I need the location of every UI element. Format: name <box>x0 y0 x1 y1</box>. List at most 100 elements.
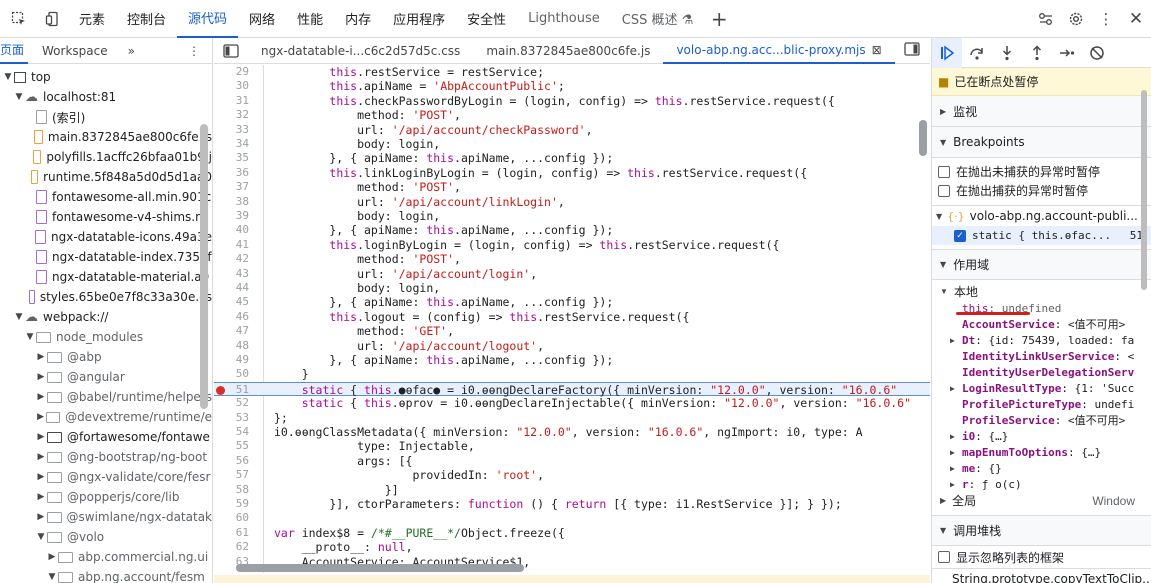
pause-uncaught-checkbox[interactable] <box>938 165 950 178</box>
line-number[interactable]: 40 <box>214 223 249 237</box>
line-number[interactable]: 31 <box>214 94 249 108</box>
navigator-menu-icon[interactable]: ⋮ <box>188 44 212 58</box>
code-line[interactable]: 49 }, { apiName: this.apiName, ...config… <box>214 353 930 367</box>
toggle-navigator-icon[interactable] <box>214 43 248 58</box>
tab-9[interactable]: CSS 概述 ⚗ <box>611 0 705 38</box>
code-line[interactable]: 44 body: login, <box>214 281 930 295</box>
tree-item[interactable]: main.8372845ae800c6fe.js <box>0 127 212 147</box>
line-number[interactable]: 30 <box>214 79 249 93</box>
code-line[interactable]: 29 this.restService = restService; <box>214 65 930 79</box>
scope-variable[interactable]: ▶ Dt: {id: 75439, loaded: fa <box>932 332 1151 348</box>
code-horizontal-scrollbar[interactable] <box>236 564 524 572</box>
line-number[interactable]: 45 <box>214 295 249 309</box>
pause-uncaught-row[interactable]: 在抛出未捕获的异常时暂停 <box>932 162 1151 181</box>
code-vertical-scrollbar[interactable] <box>919 120 927 156</box>
line-number[interactable]: 36 <box>214 166 249 180</box>
line-number[interactable]: 33 <box>214 123 249 137</box>
scope-global[interactable]: ▶ 全局 Window <box>932 492 1151 509</box>
tab-6[interactable]: 应用程序 <box>382 0 456 38</box>
code-line[interactable]: 61 var index$8 = /*#__PURE__*/Object.free… <box>214 526 930 540</box>
editor-tab[interactable]: volo-abp.ng.acc...blic-proxy.mjs ⊠ <box>663 38 895 64</box>
line-number[interactable]: 57 <box>214 468 249 482</box>
line-number[interactable]: 29 <box>214 65 249 79</box>
more-tabs-plus-icon[interactable]: + <box>704 0 734 38</box>
scope-variable[interactable]: ▶ mapEnumToOptions: {…} <box>932 444 1151 460</box>
code-line[interactable]: 57 providedIn: 'root', <box>214 468 930 482</box>
tree-item[interactable]: ▼ ☁ webpack:// <box>0 307 212 327</box>
line-number[interactable]: 44 <box>214 281 249 295</box>
code-line[interactable]: 58 }] <box>214 483 930 497</box>
tab-page[interactable]: 页面 <box>0 38 29 64</box>
line-number[interactable]: 34 <box>214 137 249 151</box>
code-line[interactable]: 37 method: 'POST', <box>214 180 930 194</box>
scope-variable[interactable]: ProfileService: <值不可用> <box>932 412 1151 428</box>
scope-variable[interactable]: ▶ LoginResultType: {1: 'Succ <box>932 380 1151 396</box>
code-line[interactable]: 60 <box>214 511 930 525</box>
line-number[interactable]: 48 <box>214 339 249 353</box>
line-number[interactable]: 59 <box>214 497 249 511</box>
tree-item[interactable]: polyfills.1acffc26bfaa01b9.j <box>0 147 212 167</box>
tree-item[interactable]: ▶ @ngx-validate/core/fesr <box>0 467 212 487</box>
resume-icon[interactable] <box>932 38 962 68</box>
tree-item[interactable]: ▼ ☁ localhost:81 <box>0 87 212 107</box>
pause-caught-row[interactable]: 在抛出捕获的异常时暂停 <box>932 181 1151 200</box>
inspect-element-icon[interactable] <box>0 0 38 38</box>
line-number[interactable]: 38 <box>214 195 249 209</box>
customize-icon[interactable] <box>1031 0 1061 38</box>
editor-tab[interactable]: ngx-datatable-i...c6c2d57d5c.css <box>248 38 473 64</box>
scope-variable[interactable]: ▶ me: {} <box>932 460 1151 476</box>
code-line[interactable]: 36 this.linkLoginByLogin = (login, confi… <box>214 166 930 180</box>
step-icon[interactable] <box>1052 45 1082 61</box>
line-number[interactable]: 49 <box>214 353 249 367</box>
tree-item[interactable]: ngx-datatable-icons.49a3e <box>0 227 212 247</box>
line-number[interactable]: 52 <box>214 396 249 410</box>
scope-local[interactable]: ▼ 本地 <box>932 283 1151 300</box>
device-toolbar-icon[interactable] <box>38 0 68 38</box>
line-number[interactable]: 43 <box>214 267 249 281</box>
code-line[interactable]: 56 args: [{ <box>214 454 930 468</box>
breakpoint-line[interactable]: 51 static { this.●ɵfac● = i0.ɵɵngDeclare… <box>214 381 930 397</box>
tree-item[interactable]: runtime.5f848a5d0d5d1aa0 <box>0 167 212 187</box>
pause-caught-checkbox[interactable] <box>938 184 950 197</box>
code-line[interactable]: 53}; <box>214 411 930 425</box>
line-number[interactable]: 58 <box>214 483 249 497</box>
step-over-icon[interactable] <box>962 45 992 61</box>
code-line[interactable]: 39 body: login, <box>214 209 930 223</box>
tree-item[interactable]: ▼ top <box>0 67 212 87</box>
code-line[interactable]: 46 this.logout = (config) => this.restSe… <box>214 310 930 324</box>
settings-gear-icon[interactable] <box>1061 0 1091 38</box>
tree-item[interactable]: ▼ node_modules <box>0 327 212 347</box>
code-line[interactable]: 41 this.loginByLogin = (login, config) =… <box>214 238 930 252</box>
scope-variable[interactable]: IdentityLinkUserService: < <box>932 348 1151 364</box>
tree-item[interactable]: ▶ @abp <box>0 347 212 367</box>
code-line[interactable]: 54 i0.ɵɵngClassMetadata({ minVersion: "12… <box>214 425 930 439</box>
breakpoint-entry[interactable]: ✓ static { this.ɵfac... 51 <box>932 226 1151 245</box>
code-line[interactable]: 40 }, { apiName: this.apiName, ...config… <box>214 223 930 237</box>
line-number[interactable]: 61 <box>214 526 249 540</box>
tree-item[interactable]: ngx-datatable-index.735ef <box>0 247 212 267</box>
code-line[interactable]: 34 body: login, <box>214 137 930 151</box>
close-icon[interactable]: ✕ <box>1121 0 1151 38</box>
line-number[interactable]: 55 <box>214 439 249 453</box>
tree-item[interactable]: ▶ @fortawesome/fontawe <box>0 427 212 447</box>
line-number[interactable]: 41 <box>214 238 249 252</box>
tab-3[interactable]: 网络 <box>238 0 286 38</box>
line-number[interactable]: 54 <box>214 425 249 439</box>
kebab-menu-icon[interactable]: ⋮ <box>1091 0 1121 38</box>
code-line[interactable]: 59 }], ctorParameters: function () { ret… <box>214 497 930 511</box>
line-number[interactable]: 35 <box>214 151 249 165</box>
line-number[interactable]: 32 <box>214 108 249 122</box>
line-number[interactable]: 39 <box>214 209 249 223</box>
toggle-debugger-icon[interactable] <box>904 42 930 59</box>
close-tab-icon[interactable]: ⊠ <box>872 43 882 57</box>
line-number[interactable]: 56 <box>214 454 249 468</box>
code-line[interactable]: 47 method: 'GET', <box>214 324 930 338</box>
tab-workspace[interactable]: Workspace <box>28 44 122 58</box>
sidebar-scrollbar[interactable] <box>1141 90 1147 290</box>
editor-tab[interactable]: main.8372845ae800c6fe.js <box>473 38 663 64</box>
scope-variable[interactable]: ▶ i0: {…} <box>932 428 1151 444</box>
code-line[interactable]: 45 }, { apiName: this.apiName, ...config… <box>214 295 930 309</box>
scope-variable[interactable]: IdentityUserDelegationServ <box>932 364 1151 380</box>
tab-2[interactable]: 源代码 <box>177 0 239 38</box>
tree-item[interactable]: fontawesome-v4-shims.m <box>0 207 212 227</box>
